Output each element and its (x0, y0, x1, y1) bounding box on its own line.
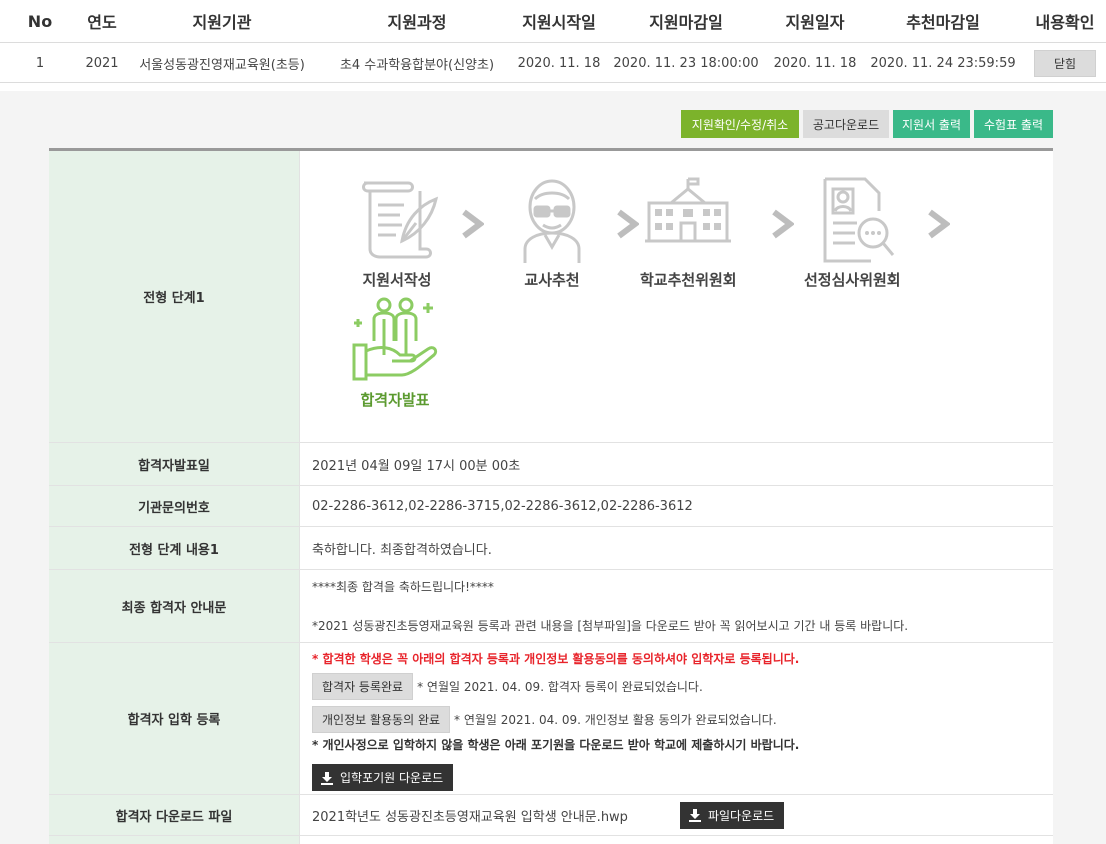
confirm-edit-cancel-button[interactable]: 지원확인/수정/취소 (681, 110, 799, 138)
stage-selection-review: 선정심사위원회 (804, 175, 901, 290)
next-row (49, 836, 1053, 844)
enroll-value: * 합격한 학생은 꼭 아래의 합격자 등록과 개인정보 활용동의를 동의하셔야… (300, 643, 1053, 794)
next-row-value (300, 836, 1053, 844)
stage-label-1: 지원서작성 (362, 271, 432, 289)
file-label: 합격자 다운로드 파일 (49, 795, 300, 835)
giveup-download-label: 입학포기원 다운로드 (340, 771, 444, 785)
action-toolbar: 지원확인/수정/취소 공고다운로드 지원서 출력 수험표 출력 (681, 110, 1053, 138)
stage-application: 지원서작성 (352, 175, 442, 290)
privacy-line: 개인정보 활용동의 완료 * 연월일 2021. 04. 09. 개인정보 활용… (312, 706, 777, 733)
header-end-date: 지원마감일 (649, 13, 723, 32)
register-complete-button[interactable]: 합격자 등록완료 (312, 673, 414, 700)
row-no: 1 (35, 55, 45, 71)
file-value: 2021학년도 성동광진초등영재교육원 입학생 안내문.hwp 파일다운로드 (300, 795, 1053, 835)
privacy-status-text: * 연월일 2021. 04. 09. 개인정보 활용 동의가 완료되었습니다. (454, 713, 777, 727)
privacy-consent-button[interactable]: 개인정보 활용동의 완료 (312, 706, 451, 733)
header-year: 연도 (87, 13, 117, 32)
review-magnifier-icon (823, 177, 895, 263)
download-icon (688, 809, 701, 822)
download-icon (321, 771, 333, 785)
table-header: No 연도 지원기관 지원과정 지원시작일 지원마감일 지원일자 추천마감일 내… (0, 0, 1106, 43)
header-no: No (27, 11, 53, 31)
stage-label-3: 학교추천위원회 (640, 271, 737, 289)
application-print-button[interactable]: 지원서 출력 (893, 110, 970, 138)
row-content-check: 닫힘 (1024, 43, 1106, 83)
file-download-label: 파일다운로드 (707, 808, 775, 823)
header-institution: 지원기관 (192, 13, 252, 32)
phone-value: 02-2286-3612,02-2286-3715,02-2286-3612,0… (312, 498, 693, 514)
guide-line-1: ****최종 합격을 축하드립니다!**** (312, 580, 494, 594)
header-course: 지원과정 (387, 13, 447, 32)
file-row: 합격자 다운로드 파일 2021학년도 성동광진초등영재교육원 입학생 안내문.… (49, 795, 1053, 836)
close-button[interactable]: 닫힘 (1034, 49, 1096, 77)
notice-download-button[interactable]: 공고다운로드 (803, 110, 889, 138)
row-recommend-deadline: 2020. 11. 24 23:59:59 (870, 55, 1016, 71)
ticket-print-button[interactable]: 수험표 출력 (974, 110, 1053, 138)
stage-content-row: 전형 단계 내용1 축하합니다. 최종합격하였습니다. (49, 527, 1053, 570)
row-end-date: 2020. 11. 23 18:00:00 (613, 55, 759, 71)
guide-line-2: *2021 성동광진초등영재교육원 등록과 관련 내용을 [첨부파일]을 다운로… (312, 619, 909, 633)
stage-label-2: 교사추천 (524, 271, 580, 289)
stage-label-5: 합격자발표 (360, 391, 430, 409)
row-institution: 서울성동광진영재교육원(초등) (139, 57, 305, 73)
row-start-date: 2020. 11. 18 (517, 55, 601, 71)
row-apply-date: 2020. 11. 18 (773, 55, 857, 71)
announce-date-label: 합격자발표일 (49, 443, 300, 485)
enroll-row: 합격자 입학 등록 * 합격한 학생은 꼭 아래의 합격자 등록과 개인정보 활… (49, 643, 1053, 795)
register-line: 합격자 등록완료 * 연월일 2021. 04. 09. 합격자 등록이 완료되… (312, 673, 703, 700)
document-quill-icon (362, 181, 439, 259)
chevron-right-icon (462, 209, 484, 239)
giveup-notice: * 개인사정으로 입학하지 않을 학생은 아래 포기원을 다운로드 받아 학교에… (312, 738, 800, 752)
chevron-right-icon (617, 209, 639, 239)
teacher-icon (523, 179, 581, 263)
header-apply-date: 지원일자 (785, 13, 845, 32)
header-content-check: 내용확인 (1035, 13, 1095, 32)
giveup-download-button[interactable]: 입학포기원 다운로드 (312, 764, 454, 791)
stage-flow: 지원서작성 교사추천 학교추천위원회 선정심사위원회 합격자발표 (300, 151, 1053, 442)
announce-date-value: 2021년 04월 09일 17시 00분 00초 (312, 458, 521, 474)
file-name: 2021학년도 성동광진초등영재교육원 입학생 안내문.hwp (312, 809, 628, 825)
file-download-button[interactable]: 파일다운로드 (679, 801, 785, 829)
school-building-icon (645, 177, 732, 243)
stage-content-label: 전형 단계 내용1 (49, 527, 300, 569)
register-status-text: * 연월일 2021. 04. 09. 합격자 등록이 완료되었습니다. (417, 680, 703, 694)
stage-label-4: 선정심사위원회 (804, 271, 901, 289)
phone-row: 기관문의번호 02-2286-3612,02-2286-3715,02-2286… (49, 486, 1053, 527)
detail-panel: 지원확인/수정/취소 공고다운로드 지원서 출력 수험표 출력 전형 단계1 지… (0, 91, 1106, 844)
stage-row: 전형 단계1 지원서작성 교사추천 학교추천위원회 선정심사위원회 합격자발표 (49, 151, 1053, 443)
guide-value: ****최종 합격을 축하드립니다!**** *2021 성동광진초등영재교육원… (300, 570, 1053, 642)
stage-school-committee: 학교추천위원회 (640, 175, 737, 290)
stage-content-value: 축하합니다. 최종합격하였습니다. (312, 542, 492, 558)
guide-label: 최종 합격자 안내문 (49, 570, 300, 642)
phone-label: 기관문의번호 (49, 486, 300, 526)
stage-teacher-recommend: 교사추천 (507, 175, 597, 290)
chevron-right-icon (928, 209, 950, 239)
row-course: 초4 수과학융합분야(신양초) (339, 57, 495, 73)
chevron-right-icon (772, 209, 794, 239)
table-row: 1 2021 서울성동광진영재교육원(초등) 초4 수과학융합분야(신양초) 2… (0, 43, 1106, 83)
application-list-table: No 연도 지원기관 지원과정 지원시작일 지원마감일 지원일자 추천마감일 내… (0, 0, 1106, 83)
enroll-label: 합격자 입학 등록 (49, 643, 300, 794)
detail-table: 전형 단계1 지원서작성 교사추천 학교추천위원회 선정심사위원회 합격자발표 … (49, 148, 1053, 844)
row-year: 2021 (85, 55, 119, 71)
stage-announcement: 합격자발표 (350, 295, 440, 410)
announce-date-row: 합격자발표일 2021년 04월 09일 17시 00분 00초 (49, 443, 1053, 486)
stage-label: 전형 단계1 (49, 151, 300, 442)
announcement-people-icon (352, 297, 438, 381)
enroll-notice: * 합격한 학생은 꼭 아래의 합격자 등록과 개인정보 활용동의를 동의하셔야… (312, 652, 800, 666)
header-start-date: 지원시작일 (522, 13, 596, 32)
giveup-line: 입학포기원 다운로드 (312, 764, 454, 791)
header-recommend-deadline: 추천마감일 (906, 13, 980, 32)
guide-row: 최종 합격자 안내문 ****최종 합격을 축하드립니다!**** *2021 … (49, 570, 1053, 643)
next-row-label (49, 836, 300, 844)
